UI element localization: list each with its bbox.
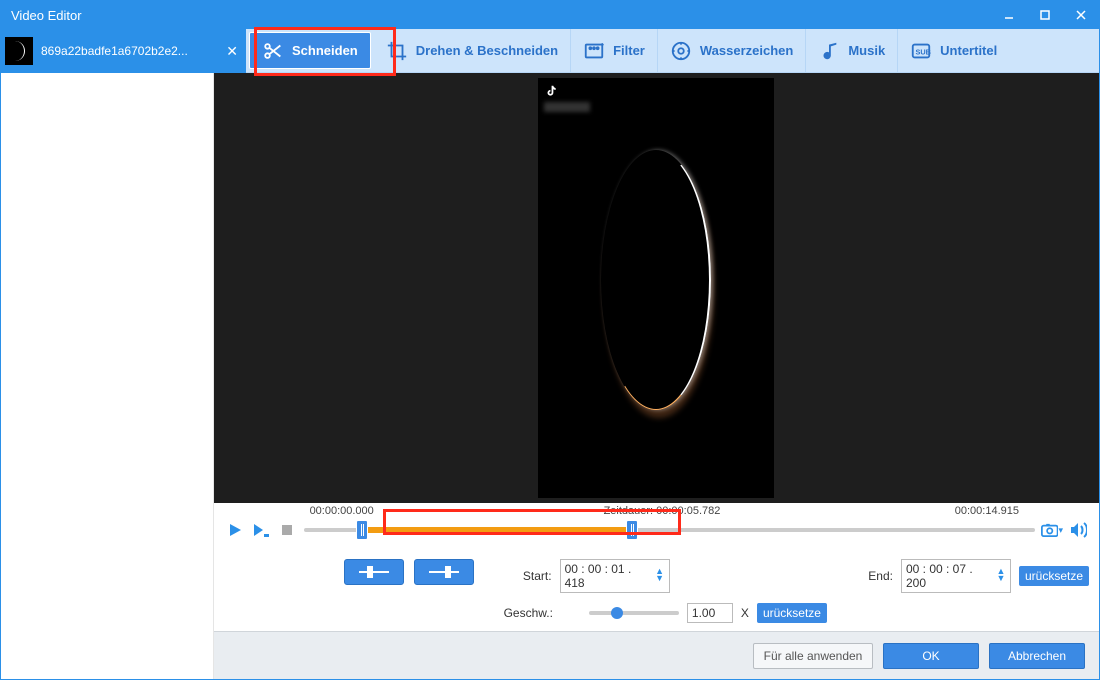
- volume-button[interactable]: [1067, 519, 1089, 541]
- speed-value-input[interactable]: 1.00: [687, 603, 733, 623]
- apply-all-button[interactable]: Für alle anwenden: [753, 643, 873, 669]
- timeline-labels: 00:00:00.000 Zeitdauer: 00:00:05.782 00:…: [224, 505, 1089, 519]
- body: 00:00:00.000 Zeitdauer: 00:00:05.782 00:…: [1, 73, 1099, 679]
- tab-label: Musik: [848, 43, 885, 58]
- snapshot-button[interactable]: ▾: [1041, 519, 1063, 541]
- tiktok-icon: [544, 84, 558, 98]
- speed-slider[interactable]: [589, 611, 679, 615]
- tab-untertitel[interactable]: SUB Untertitel: [898, 29, 1009, 72]
- trim-split-buttons: [344, 559, 474, 585]
- time-fields: Start: 00 : 00 : 01 . 418 ▲▼ Geschw.: 1.…: [504, 559, 827, 623]
- crop-rotate-icon: [386, 40, 408, 62]
- file-tab-close-icon[interactable]: ✕: [226, 43, 238, 60]
- file-thumbnail: [5, 37, 33, 65]
- speed-label: Geschw.:: [504, 606, 553, 620]
- scissors-icon: [262, 40, 284, 62]
- trim-controls: Start: 00 : 00 : 01 . 418 ▲▼ Geschw.: 1.…: [214, 547, 1099, 631]
- main-panel: 00:00:00.000 Zeitdauer: 00:00:05.782 00:…: [214, 73, 1099, 679]
- tab-label: Drehen & Beschneiden: [416, 43, 558, 58]
- tab-filter[interactable]: Filter: [571, 29, 658, 72]
- play-button[interactable]: [224, 519, 246, 541]
- timeline-panel: 00:00:00.000 Zeitdauer: 00:00:05.782 00:…: [214, 503, 1099, 547]
- speed-suffix: X: [741, 606, 749, 620]
- set-end-button[interactable]: [414, 559, 474, 585]
- timeline-track[interactable]: [304, 522, 1035, 538]
- speed-slider-thumb[interactable]: [611, 607, 623, 619]
- time-reset-button[interactable]: urücksetze: [1019, 566, 1089, 586]
- playback-controls: [224, 519, 298, 541]
- timeline-start-time: 00:00:00.000: [310, 505, 374, 517]
- timeline-row: ▾: [224, 519, 1089, 541]
- tab-drehen[interactable]: Drehen & Beschneiden: [374, 29, 571, 72]
- filter-icon: [583, 40, 605, 62]
- toolbar: 869a22badfe1a6702b2e2... ✕ Schneiden Dre…: [1, 29, 1099, 73]
- video-frame: [538, 78, 774, 498]
- minimize-button[interactable]: [991, 1, 1027, 29]
- tab-label: Untertitel: [940, 43, 997, 58]
- right-timeline-controls: ▾: [1041, 519, 1089, 541]
- file-tab[interactable]: 869a22badfe1a6702b2e2... ✕: [1, 29, 246, 73]
- set-start-button[interactable]: [344, 559, 404, 585]
- sidebar: [1, 73, 214, 679]
- tab-musik[interactable]: Musik: [806, 29, 898, 72]
- start-spinner[interactable]: ▲▼: [655, 569, 665, 583]
- close-button[interactable]: [1063, 1, 1099, 29]
- video-preview: [214, 73, 1099, 503]
- title-bar: Video Editor: [1, 1, 1099, 29]
- timeline-duration: Zeitdauer: 00:00:05.782: [604, 505, 721, 517]
- tiktok-watermark: [544, 84, 562, 98]
- play-step-button[interactable]: [250, 519, 272, 541]
- track-selection: [362, 527, 632, 533]
- watermark-icon: [670, 40, 692, 62]
- video-content-crescent: [601, 150, 711, 410]
- tiktok-username-blur: [544, 102, 590, 112]
- start-time-input[interactable]: 00 : 00 : 01 . 418 ▲▼: [560, 559, 670, 593]
- ok-button[interactable]: OK: [883, 643, 979, 669]
- end-time-input[interactable]: 00 : 00 : 07 . 200 ▲▼: [901, 559, 1011, 593]
- tab-wasserzeichen[interactable]: Wasserzeichen: [658, 29, 806, 72]
- trim-handle-end[interactable]: [626, 520, 638, 540]
- subtitle-icon: SUB: [910, 40, 932, 62]
- cancel-button[interactable]: Abbrechen: [989, 643, 1085, 669]
- window-title: Video Editor: [11, 8, 991, 23]
- tab-schneiden[interactable]: Schneiden: [249, 32, 371, 69]
- app-window: Video Editor 869a22badfe1a6702b2e2... ✕ …: [0, 0, 1100, 680]
- tab-label: Schneiden: [292, 43, 358, 58]
- tab-label: Filter: [613, 43, 645, 58]
- end-column: End: 00 : 00 : 07 . 200 ▲▼ urücksetze: [845, 559, 1089, 593]
- maximize-button[interactable]: [1027, 1, 1063, 29]
- end-label: End:: [845, 569, 893, 583]
- trim-handle-start[interactable]: [356, 520, 368, 540]
- speed-reset-button[interactable]: urücksetze: [757, 603, 827, 623]
- timeline-end-time: 00:00:14.915: [955, 505, 1019, 517]
- stop-button[interactable]: [276, 519, 298, 541]
- svg-text:SUB: SUB: [916, 47, 931, 56]
- footer: Für alle anwenden OK Abbrechen: [214, 631, 1099, 679]
- end-spinner[interactable]: ▲▼: [996, 569, 1006, 583]
- music-note-icon: [818, 40, 840, 62]
- start-label: Start:: [504, 569, 552, 583]
- tab-label: Wasserzeichen: [700, 43, 793, 58]
- file-name: 869a22badfe1a6702b2e2...: [41, 44, 220, 58]
